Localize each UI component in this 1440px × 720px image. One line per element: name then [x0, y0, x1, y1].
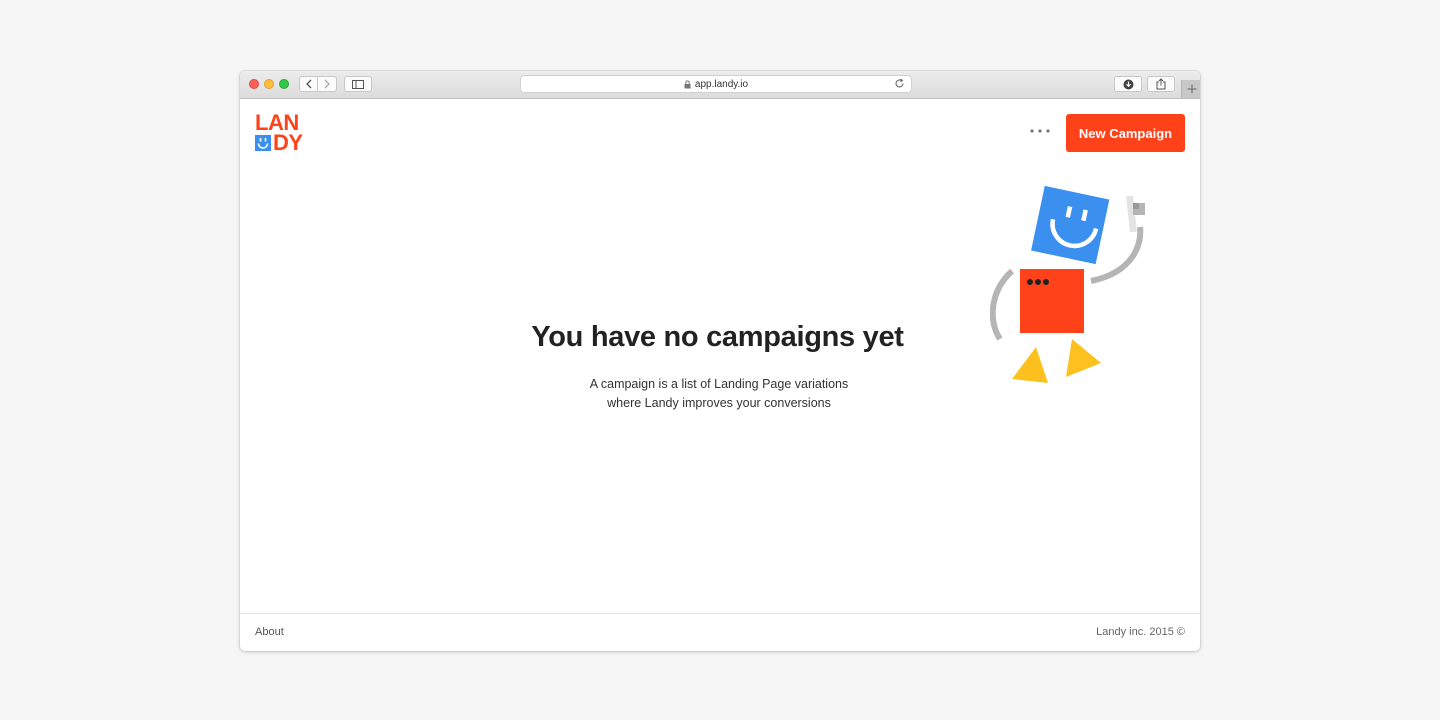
back-button[interactable] — [299, 76, 318, 92]
more-options-button[interactable] — [1026, 121, 1054, 141]
share-button[interactable] — [1147, 76, 1175, 92]
new-tab-button[interactable] — [1181, 80, 1200, 98]
about-link[interactable]: About — [255, 626, 284, 638]
page-footer: About Landy inc. 2015 © — [240, 613, 1200, 651]
browser-window: app.landy.io LAN DY New Campaign You hav… — [240, 71, 1200, 651]
forward-button[interactable] — [318, 76, 337, 92]
window-minimize-button[interactable] — [264, 79, 274, 89]
more-dots-icon — [1030, 129, 1050, 133]
address-bar[interactable]: app.landy.io — [520, 75, 912, 93]
address-url: app.landy.io — [694, 78, 749, 90]
plus-icon — [1187, 84, 1196, 94]
lock-icon — [684, 79, 691, 88]
logo-smiley-icon — [255, 135, 271, 151]
downloads-button[interactable] — [1114, 76, 1142, 92]
back-icon — [305, 79, 311, 89]
copyright-text: Landy inc. 2015 © — [1096, 626, 1185, 638]
window-close-button[interactable] — [249, 79, 259, 89]
empty-state-title: You have no campaigns yet — [531, 321, 904, 353]
robot-mascot-illustration — [990, 185, 1145, 383]
sidebar-icon — [352, 79, 364, 89]
reload-icon[interactable] — [894, 78, 905, 89]
sidebar-toggle-button[interactable] — [344, 76, 372, 92]
logo-text-bottom: DY — [273, 130, 303, 155]
browser-toolbar: app.landy.io — [240, 71, 1200, 99]
window-maximize-button[interactable] — [279, 79, 289, 89]
download-icon — [1123, 79, 1133, 89]
landy-logo[interactable]: LAN DY — [255, 112, 311, 155]
forward-icon — [324, 79, 330, 89]
new-campaign-button[interactable]: New Campaign — [1066, 114, 1185, 152]
empty-state-description: A campaign is a list of Landing Page var… — [240, 375, 1198, 413]
empty-state-description-line-1: A campaign is a list of Landing Page var… — [589, 377, 849, 391]
share-icon — [1156, 78, 1166, 90]
empty-state-description-line-2: where Landy improves your conversions — [607, 396, 831, 410]
